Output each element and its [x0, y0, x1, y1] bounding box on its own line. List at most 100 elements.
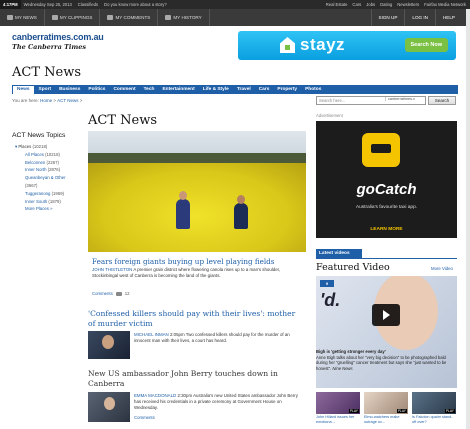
help-button[interactable]: HELP [434, 9, 462, 26]
play-badge: PLAY [396, 409, 407, 413]
network-link[interactable]: Fairfax Media Network [424, 2, 466, 7]
nav-sport[interactable]: Sport [35, 85, 56, 94]
my-clippings-button[interactable]: MY CLIPPINGS [45, 9, 101, 26]
dating-link[interactable]: Dating [380, 2, 392, 7]
advertisement-label: Advertisement [316, 113, 343, 118]
nav-property[interactable]: Property [273, 85, 301, 94]
featured-video-heading: Featured Video [316, 262, 390, 273]
breadcrumb-home[interactable]: Home [40, 98, 52, 103]
real-estate-link[interactable]: Real Estate [326, 2, 348, 7]
my-history-button[interactable]: MY HISTORY [158, 9, 210, 26]
search-button[interactable]: Search [428, 96, 456, 105]
video-thumb[interactable]: PLAY Is Fakolon qualm stand-off over? [412, 392, 456, 425]
stayz-search-button[interactable]: Search Now [404, 38, 448, 52]
breadcrumb-current[interactable]: ACT News [57, 98, 78, 103]
video-source: Nine News [332, 365, 353, 371]
nav-cars[interactable]: Cars [255, 85, 274, 94]
nav-politics[interactable]: Politics [84, 85, 109, 94]
topic-item[interactable]: Tuggeranong (1969) [15, 190, 66, 198]
video-thumbnails: PLAY John Hillard issues her emotiona...… [316, 392, 457, 425]
story3-time: 2:30pm [177, 393, 193, 398]
channel-badge: 9 [320, 280, 334, 287]
learn-more-button[interactable]: LEARN MORE [316, 227, 457, 232]
hero-person-left [176, 191, 190, 229]
more-video-link[interactable]: More Video [431, 266, 453, 271]
topic-places[interactable]: Places (10218) [15, 143, 66, 151]
signup-button[interactable]: SIGN UP [370, 9, 405, 26]
breadcrumb-separator: > [53, 98, 57, 103]
play-icon[interactable] [372, 304, 400, 326]
video-thumb-image: PLAY [364, 392, 408, 414]
topic-item[interactable]: Inner North (2876) [15, 166, 66, 174]
breadcrumb-prefix: You are here: [12, 98, 39, 103]
video-thumb-caption[interactable]: John Hillard issues her emotiona... [316, 415, 360, 425]
house-icon [280, 37, 295, 53]
search-scope-select[interactable]: canberratimes.c [385, 97, 415, 101]
gocatch-logo: goCatch [356, 181, 417, 198]
star-icon [51, 15, 58, 20]
story1-byline[interactable]: JOHN THISTLETON [92, 267, 132, 272]
topics-heading: ACT News Topics [12, 132, 66, 139]
grid-icon [7, 15, 13, 20]
newsletters-link[interactable]: Newsletters [397, 2, 419, 7]
story2-headline[interactable]: 'Confessed killers should pay with their… [88, 309, 304, 329]
topic-item[interactable]: Belconnen (2267) [15, 159, 66, 167]
video-thumb[interactable]: PLAY Elmo-watchers make outrage ov... [364, 392, 408, 425]
nav-comment[interactable]: Comment [109, 85, 139, 94]
breadcrumb-separator: > [79, 98, 83, 103]
nav-tech[interactable]: Tech [140, 85, 159, 94]
my-comments-button[interactable]: MY COMMENTS [100, 9, 159, 26]
paper-name: The Canberra Times [12, 43, 87, 51]
story1-headline[interactable]: Fears foreign giants buying up level pla… [92, 257, 274, 266]
video-thumb-caption[interactable]: Elmo-watchers make outrage ov... [364, 415, 408, 425]
gocatch-tagline: Australia's favourite taxi app. [355, 205, 418, 210]
classifieds-link[interactable]: Classifieds [78, 2, 98, 7]
play-badge: PLAY [348, 409, 359, 413]
gocatch-ad[interactable]: goCatch Australia's favourite taxi app. … [316, 121, 457, 238]
story2-time: 2:05pm [169, 332, 185, 337]
story1-comments-link[interactable]: Comments 12 [92, 291, 130, 296]
comment-count-icon [115, 291, 122, 296]
topic-item[interactable]: Inner South (1879) [15, 198, 66, 206]
story2-byline[interactable]: MICHAEL INMAN [134, 332, 169, 337]
story3-byline[interactable]: EMMA MACDONALD [134, 393, 176, 398]
tab-divider [316, 258, 457, 259]
nav-life-style[interactable]: Life & Style [199, 85, 233, 94]
clock-icon [165, 15, 172, 20]
stayz-ad-banner[interactable]: stayz Search Now [238, 31, 456, 60]
video-thumb-caption[interactable]: Is Fakolon qualm stand-off over? [412, 415, 456, 425]
site-logo[interactable]: canberratimes.com.au The Canberra Times [12, 32, 104, 51]
story3-summary: EMMA MACDONALD 2:30pm Australia's new Un… [134, 393, 298, 411]
hero-canola-field [88, 163, 306, 252]
login-button[interactable]: LOG IN [404, 9, 435, 26]
section-title: ACT News [12, 65, 82, 80]
top-utility-bar: 4:17PM Wednesday Sep 25, 2013 Classified… [0, 0, 470, 9]
cars-link[interactable]: Cars [352, 2, 361, 7]
nav-business[interactable]: Business [55, 85, 84, 94]
main-nav: News Sport Business Politics Comment Tec… [12, 85, 458, 94]
story-tip-link[interactable]: Do you know more about a story? [104, 2, 167, 7]
more-places-link[interactable]: More Places » [15, 205, 66, 213]
topic-item[interactable]: All Places (10218) [15, 151, 66, 159]
story3-thumbnail[interactable] [88, 392, 130, 422]
nav-news[interactable]: News [12, 85, 35, 94]
featured-video-caption: Bigh is 'getting stronger every day' Ann… [316, 349, 454, 371]
main-heading: ACT News [88, 113, 158, 128]
jobs-link[interactable]: Jobs [366, 2, 375, 7]
nav-entertainment[interactable]: Entertainment [158, 85, 198, 94]
story2-thumbnail[interactable] [88, 331, 130, 359]
taxi-icon [362, 133, 400, 167]
story3-comments-link[interactable]: Comments [134, 415, 155, 420]
my-news-button[interactable]: MY NEWS [0, 9, 45, 26]
video-thumb[interactable]: PLAY John Hillard issues her emotiona... [316, 392, 360, 425]
comment-icon [107, 15, 114, 20]
site-domain: canberratimes.com.au [12, 32, 104, 42]
vertical-scrollbar[interactable] [466, 9, 470, 429]
nav-photos[interactable]: Photos [301, 85, 325, 94]
hero-photo[interactable] [88, 131, 306, 252]
play-badge: PLAY [444, 409, 455, 413]
video-thumb-image: PLAY [412, 392, 456, 414]
nav-travel[interactable]: Travel [233, 85, 255, 94]
story3-headline[interactable]: New US ambassador John Berry touches dow… [88, 369, 304, 389]
topic-item[interactable]: Queanbeyan & Other [15, 174, 66, 182]
